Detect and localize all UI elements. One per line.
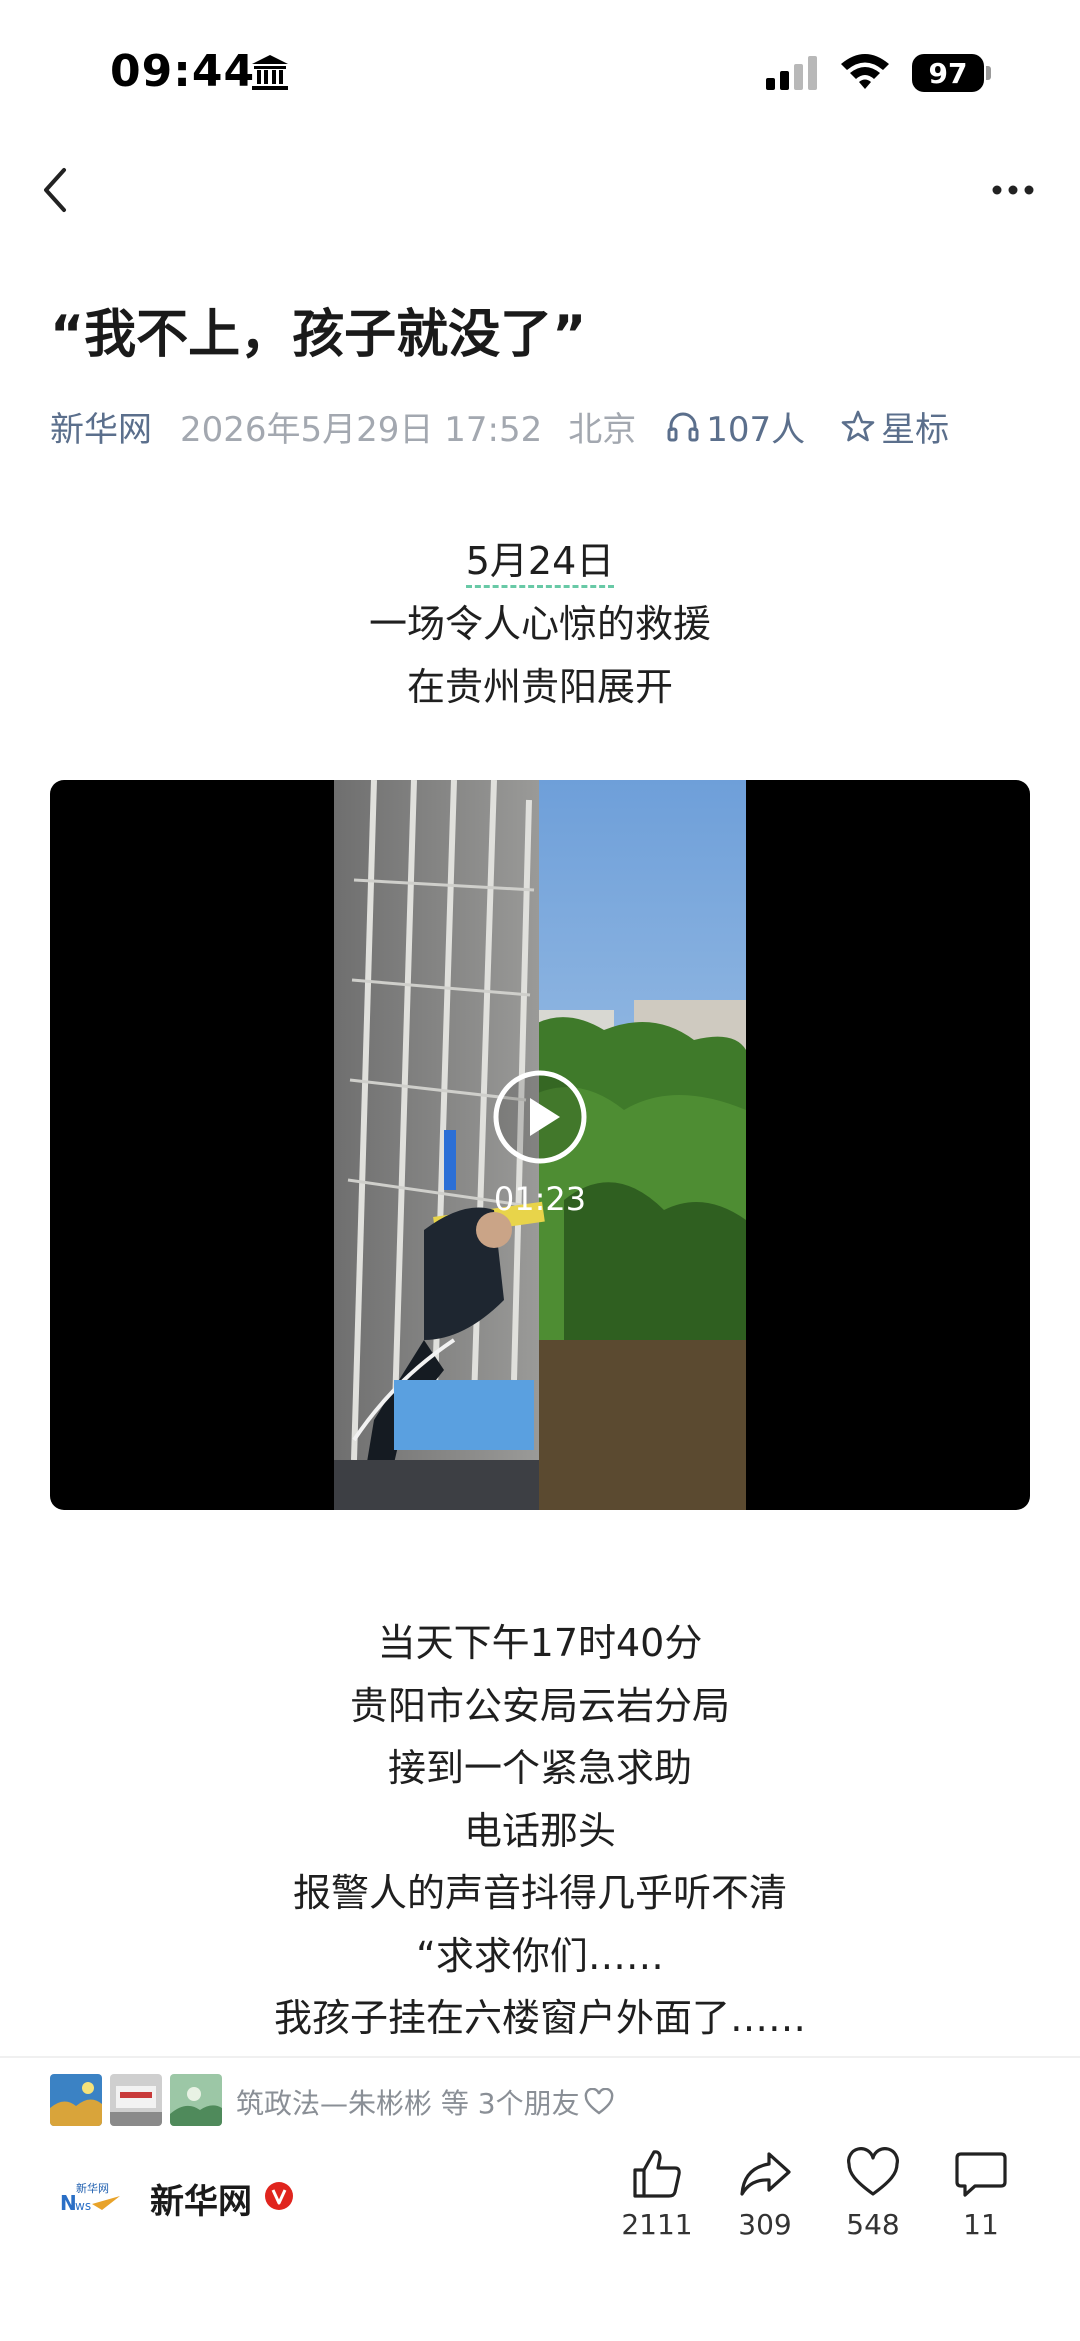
intro-line: 在贵州贵阳展开 bbox=[406, 665, 673, 709]
signal-icon bbox=[766, 56, 817, 90]
friends-liked[interactable]: 筑政法—朱彬彬 等 3个朋友 bbox=[236, 2082, 614, 2122]
share-button[interactable]: 309 bbox=[715, 2146, 815, 2241]
svg-text:新华网: 新华网 bbox=[76, 2181, 109, 2195]
divider bbox=[0, 2056, 1080, 2058]
comment-count: 11 bbox=[963, 2208, 999, 2241]
play-icon[interactable] bbox=[492, 1069, 588, 1165]
favorite-button[interactable]: 548 bbox=[823, 2146, 923, 2241]
body-line: 接到一个紧急求助 bbox=[387, 1746, 692, 1790]
listen-button[interactable]: 107人 bbox=[666, 402, 805, 451]
friend-avatar bbox=[50, 2074, 102, 2126]
xinhua-logo[interactable]: 新华网 N ws bbox=[58, 2170, 128, 2222]
article-title: “我不上，孩子就没了” bbox=[50, 305, 587, 365]
wifi-icon bbox=[841, 54, 889, 89]
body-line: 我孩子挂在六楼窗户外面了…… bbox=[273, 1996, 806, 2040]
comment-icon bbox=[955, 2152, 1007, 2197]
friend-avatars[interactable] bbox=[50, 2074, 222, 2128]
body-line: 电话那头 bbox=[463, 1808, 616, 1853]
body-line: “求求你们…… bbox=[416, 1933, 664, 1978]
like-button[interactable]: 2111 bbox=[607, 2146, 707, 2241]
battery-indicator: 97 bbox=[912, 54, 984, 92]
star-label: 星标 bbox=[881, 409, 950, 450]
intro-line: 一场令人心惊的救援 bbox=[368, 602, 711, 646]
verified-icon bbox=[265, 2182, 293, 2210]
friend-avatar bbox=[170, 2074, 222, 2126]
friend-avatar bbox=[110, 2074, 162, 2126]
friends-text: 筑政法—朱彬彬 等 3个朋友 bbox=[236, 2087, 580, 2120]
status-time: 09:44 bbox=[110, 46, 256, 97]
heart-icon bbox=[847, 2147, 899, 2196]
thumbs-up-icon bbox=[633, 2150, 681, 2198]
share-count: 309 bbox=[738, 2208, 792, 2241]
article-body: 当天下午17时40分 贵阳市公安局云岩分局 接到一个紧急求助 电话那头 报警人的… bbox=[0, 1612, 1080, 2050]
intro-line-date: 5月24日 bbox=[0, 530, 1080, 593]
share-icon bbox=[740, 2152, 791, 2196]
article-source[interactable]: 新华网 bbox=[50, 402, 152, 451]
article-date: 2026年5月29日 17:52 bbox=[180, 409, 543, 450]
comment-button[interactable]: 11 bbox=[931, 2146, 1031, 2241]
article-location: 北京 bbox=[568, 409, 637, 450]
publisher-name[interactable]: 新华网 bbox=[150, 2174, 252, 2223]
star-button[interactable]: 星标 bbox=[841, 402, 949, 451]
like-count: 2111 bbox=[621, 2208, 693, 2241]
bank-icon bbox=[252, 55, 288, 90]
intro-text: 5月24日 一场令人心惊的救援 在贵州贵阳展开 bbox=[0, 530, 1080, 719]
body-line: 报警人的声音抖得几乎听不清 bbox=[292, 1871, 787, 1915]
body-line: 贵阳市公安局云岩分局 bbox=[349, 1683, 730, 1728]
listener-count: 107人 bbox=[706, 409, 806, 450]
date-highlight[interactable]: 5月24日 bbox=[465, 539, 615, 588]
star-icon bbox=[841, 410, 875, 442]
heart-outline-icon bbox=[584, 2088, 613, 2115]
back-icon[interactable] bbox=[36, 164, 76, 216]
more-options-icon[interactable] bbox=[988, 172, 1038, 208]
headphones-icon bbox=[667, 412, 699, 442]
svg-text:ws: ws bbox=[75, 2199, 91, 2213]
video-duration: 01:23 bbox=[493, 1180, 587, 1218]
article-meta: 新华网 2026年5月29日 17:52 北京 107人 星标 bbox=[50, 402, 949, 450]
battery-cap bbox=[986, 66, 991, 80]
favorite-count: 548 bbox=[846, 2208, 900, 2241]
status-bar: 09:44 97 bbox=[0, 0, 1080, 140]
body-line: 当天下午17时40分 bbox=[377, 1621, 703, 1665]
